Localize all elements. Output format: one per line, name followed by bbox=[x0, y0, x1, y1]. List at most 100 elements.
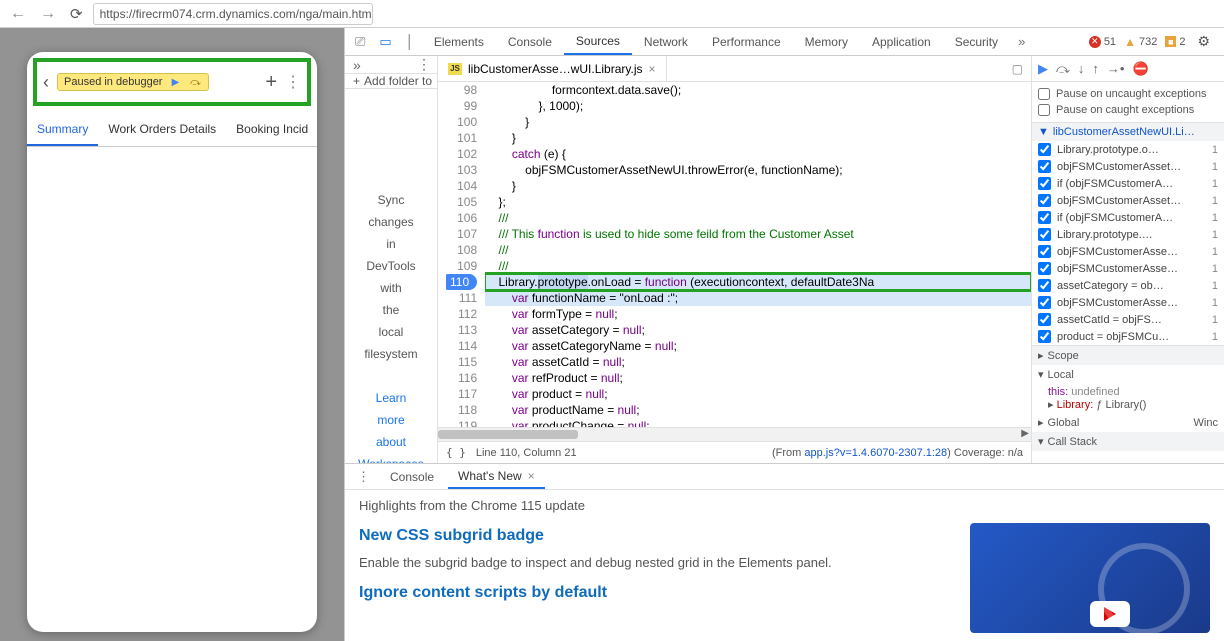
code-line[interactable]: var product = null; bbox=[485, 386, 1031, 402]
step-into-button[interactable]: ↓ bbox=[1078, 61, 1085, 76]
drawer-menu-icon[interactable]: ⋮ bbox=[351, 469, 376, 485]
devtools-tab-console[interactable]: Console bbox=[496, 28, 564, 55]
code-line[interactable]: var functionName = "onLoad :"; bbox=[485, 290, 1031, 306]
about-link[interactable]: about bbox=[345, 431, 437, 453]
menu-icon[interactable]: ⋮ bbox=[285, 72, 301, 92]
error-count[interactable]: ✕51 bbox=[1089, 36, 1116, 48]
devtools-tab-sources[interactable]: Sources bbox=[564, 28, 632, 55]
code-line[interactable]: formcontext.data.save(); bbox=[485, 82, 1031, 98]
inspect-icon[interactable]: ⎚ bbox=[349, 34, 371, 50]
code-line[interactable]: /// bbox=[485, 242, 1031, 258]
close-icon[interactable]: × bbox=[528, 469, 535, 483]
tab-booking[interactable]: Booking Incid bbox=[226, 112, 317, 146]
reload-icon[interactable]: ⟳ bbox=[66, 5, 87, 23]
add-folder-button[interactable]: +Add folder to bbox=[345, 74, 437, 89]
devtools-tab-security[interactable]: Security bbox=[943, 28, 1010, 55]
toggle-sidebar-icon[interactable]: ▢ bbox=[1004, 62, 1031, 76]
pause-uncaught-checkbox[interactable]: Pause on uncaught exceptions bbox=[1038, 86, 1218, 102]
pause-caught-checkbox[interactable]: Pause on caught exceptions bbox=[1038, 102, 1218, 118]
breakpoint-item[interactable]: product = objFSMCu…1 bbox=[1032, 328, 1224, 345]
code-line[interactable]: } bbox=[485, 178, 1031, 194]
code-line[interactable]: var assetCategory = null; bbox=[485, 322, 1031, 338]
devtools-tab-memory[interactable]: Memory bbox=[793, 28, 860, 55]
devtools-tab-network[interactable]: Network bbox=[632, 28, 700, 55]
breakpoint-checkbox[interactable] bbox=[1038, 143, 1051, 156]
code-line[interactable]: /// This function is used to hide some f… bbox=[485, 226, 1031, 242]
breakpoint-checkbox[interactable] bbox=[1038, 160, 1051, 173]
breakpoint-checkbox[interactable] bbox=[1038, 330, 1051, 343]
code-line[interactable]: } bbox=[485, 114, 1031, 130]
scope-local-header[interactable]: ▾ Local bbox=[1032, 365, 1224, 384]
drawer-tab-console[interactable]: Console bbox=[380, 464, 444, 489]
nav-forward-icon[interactable]: → bbox=[36, 5, 60, 23]
breakpoint-checkbox[interactable] bbox=[1038, 194, 1051, 207]
step-over-icon[interactable]: ⤼ bbox=[188, 76, 202, 88]
breakpoint-checkbox[interactable] bbox=[1038, 296, 1051, 309]
devtools-tab-performance[interactable]: Performance bbox=[700, 28, 793, 55]
pretty-print-icon[interactable]: { } bbox=[446, 446, 466, 459]
breakpoint-checkbox[interactable] bbox=[1038, 177, 1051, 190]
breakpoint-item[interactable]: if (objFSMCustomerA…1 bbox=[1032, 175, 1224, 192]
settings-icon[interactable]: ⚙ bbox=[1193, 33, 1214, 50]
more-tabs-icon[interactable]: » bbox=[1012, 34, 1031, 49]
code-line[interactable]: } bbox=[485, 130, 1031, 146]
breakpoint-item[interactable]: Library.prototype.o…1 bbox=[1032, 141, 1224, 158]
breakpoint-checkbox[interactable] bbox=[1038, 262, 1051, 275]
close-tab-icon[interactable]: × bbox=[649, 62, 656, 76]
whatsnew-video-thumb[interactable] bbox=[970, 523, 1210, 633]
code-line[interactable]: var formType = null; bbox=[485, 306, 1031, 322]
issue-count[interactable]: ■2 bbox=[1165, 36, 1185, 48]
source-map-link[interactable]: app.js?v=1.4.6070-2307.1:28 bbox=[804, 447, 947, 459]
code-line[interactable]: /// bbox=[485, 210, 1031, 226]
code-line[interactable]: var assetCategoryName = null; bbox=[485, 338, 1031, 354]
nav-more-icon[interactable]: » bbox=[353, 57, 361, 73]
code-line[interactable]: var refProduct = null; bbox=[485, 370, 1031, 386]
breakpoint-item[interactable]: if (objFSMCustomerA…1 bbox=[1032, 209, 1224, 226]
back-icon[interactable]: ‹ bbox=[43, 72, 49, 93]
breakpoint-item[interactable]: objFSMCustomerAsset…1 bbox=[1032, 192, 1224, 209]
workspaces-link[interactable]: Workspaces bbox=[345, 453, 437, 463]
tab-work-orders[interactable]: Work Orders Details bbox=[98, 112, 226, 146]
horizontal-scrollbar[interactable]: ▶ bbox=[438, 427, 1031, 441]
code-line[interactable]: }; bbox=[485, 194, 1031, 210]
add-icon[interactable]: + bbox=[265, 71, 277, 94]
code-line[interactable]: /// bbox=[485, 258, 1031, 274]
call-stack-header[interactable]: ▾ Call Stack bbox=[1032, 432, 1224, 451]
breakpoint-item[interactable]: assetCategory = ob…1 bbox=[1032, 277, 1224, 294]
code-line[interactable]: Library.prototype.onLoad = function (exe… bbox=[485, 274, 1031, 290]
devtools-tab-application[interactable]: Application bbox=[860, 28, 943, 55]
code-line[interactable]: var productName = null; bbox=[485, 402, 1031, 418]
step-over-button[interactable]: ⤼ bbox=[1056, 61, 1070, 77]
step-out-button[interactable]: ↑ bbox=[1092, 61, 1099, 76]
deactivate-bp-button[interactable]: ⛔ bbox=[1132, 61, 1148, 77]
breakpoint-checkbox[interactable] bbox=[1038, 245, 1051, 258]
code-line[interactable]: var assetCatId = null; bbox=[485, 354, 1031, 370]
breakpoint-checkbox[interactable] bbox=[1038, 211, 1051, 224]
breakpoint-item[interactable]: objFSMCustomerAsse…1 bbox=[1032, 243, 1224, 260]
code-line[interactable]: var productChange = null; bbox=[485, 418, 1031, 427]
tab-summary[interactable]: Summary bbox=[27, 112, 98, 146]
devtools-tab-elements[interactable]: Elements bbox=[422, 28, 496, 55]
learn-link[interactable]: Learn bbox=[345, 387, 437, 409]
nav-menu-icon[interactable]: ⋮ bbox=[417, 56, 437, 73]
drawer-tab-whatsnew[interactable]: What's New × bbox=[448, 464, 545, 489]
code-line[interactable]: catch (e) { bbox=[485, 146, 1031, 162]
code-line[interactable]: }, 1000); bbox=[485, 98, 1031, 114]
resume-icon[interactable]: ▶ bbox=[168, 76, 182, 88]
breakpoint-item[interactable]: objFSMCustomerAsse…1 bbox=[1032, 260, 1224, 277]
more-link[interactable]: more bbox=[345, 409, 437, 431]
warning-count[interactable]: ▲732 bbox=[1124, 35, 1157, 49]
address-bar[interactable]: https://firecrm074.crm.dynamics.com/nga/… bbox=[93, 3, 373, 25]
breakpoint-checkbox[interactable] bbox=[1038, 279, 1051, 292]
file-tab[interactable]: JS libCustomerAsse…wUI.Library.js × bbox=[438, 56, 667, 81]
breakpoint-checkbox[interactable] bbox=[1038, 313, 1051, 326]
step-button[interactable]: →• bbox=[1107, 61, 1125, 76]
scope-global-header[interactable]: ▸ GlobalWinc bbox=[1032, 413, 1224, 432]
scope-header[interactable]: ▸ Scope bbox=[1032, 346, 1224, 365]
code-line[interactable]: objFSMCustomerAssetNewUI.throwError(e, f… bbox=[485, 162, 1031, 178]
breakpoint-item[interactable]: objFSMCustomerAsse…1 bbox=[1032, 294, 1224, 311]
breakpoint-item[interactable]: assetCatId = objFS…1 bbox=[1032, 311, 1224, 328]
nav-back-icon[interactable]: ← bbox=[6, 5, 30, 23]
breakpoint-item[interactable]: Library.prototype.…1 bbox=[1032, 226, 1224, 243]
device-toggle-icon[interactable]: ▭ bbox=[373, 34, 397, 50]
